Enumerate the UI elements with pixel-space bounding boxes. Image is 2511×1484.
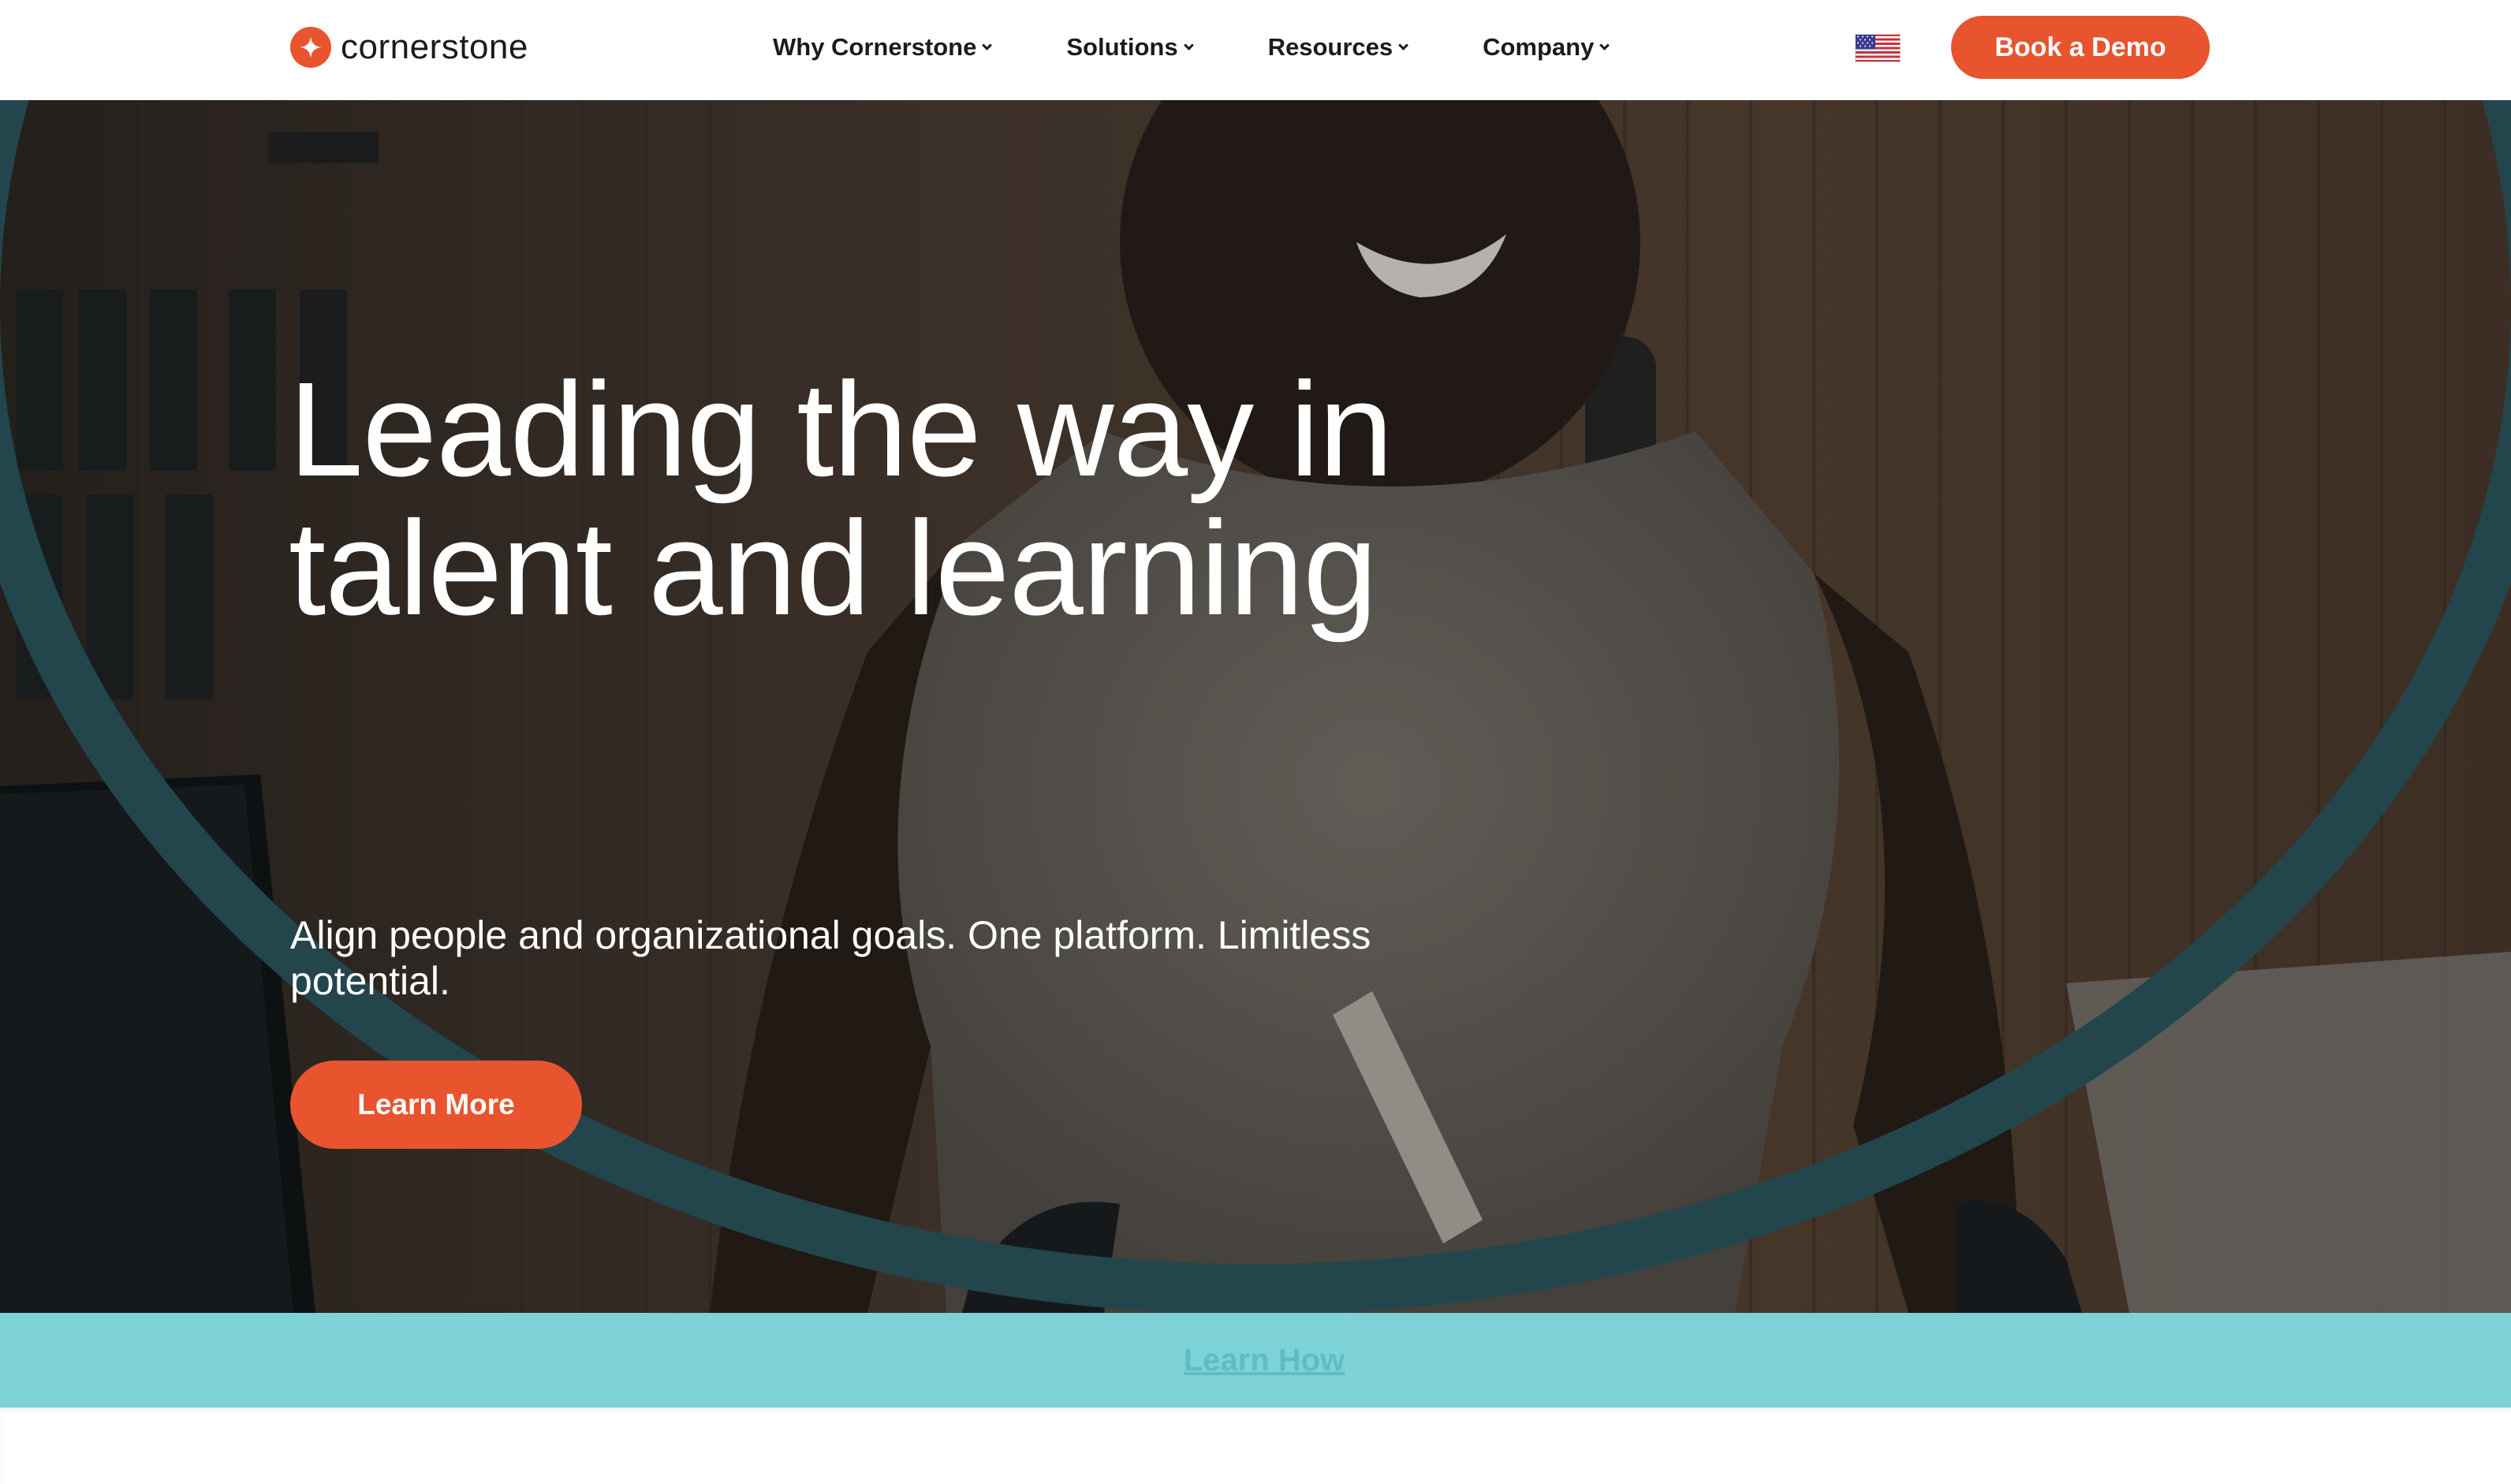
page-content-start xyxy=(0,1408,2511,1484)
chevron-down-icon xyxy=(982,39,993,50)
hero-subtext: Align people and organizational goals. O… xyxy=(290,913,1371,1003)
learn-more-button[interactable]: Learn More xyxy=(290,1061,582,1149)
menu-label: Resources xyxy=(1267,33,1394,61)
chevron-down-icon xyxy=(1599,39,1610,50)
hero-section: Leading the way in talent and learning A… xyxy=(0,100,2511,1313)
menu-why-cornerstone[interactable]: Why Cornerstone xyxy=(773,33,993,62)
chevron-down-icon xyxy=(1183,39,1194,50)
book-demo-button[interactable]: Book a Demo xyxy=(1951,16,2210,79)
cornerstone-logo[interactable]: cornerstone xyxy=(290,25,528,69)
menu-solutions[interactable]: Solutions xyxy=(1066,33,1194,62)
us-flag-icon[interactable] xyxy=(1855,34,1901,62)
hero-headline: Leading the way in talent and learning xyxy=(289,355,1394,643)
menu-label: Solutions xyxy=(1066,33,1178,61)
learn-how-link[interactable]: Learn How xyxy=(1184,1343,1345,1378)
menu-company[interactable]: Company xyxy=(1483,33,1610,62)
top-navigation: cornerstone Why Cornerstone Solutions Re… xyxy=(0,0,2511,100)
logo-text: cornerstone xyxy=(341,28,528,66)
menu-label: Company xyxy=(1483,33,1595,61)
logo-star-icon xyxy=(290,27,331,68)
main-menu: Why Cornerstone Solutions Resources Comp… xyxy=(773,28,1610,66)
menu-label: Why Cornerstone xyxy=(773,33,977,61)
menu-resources[interactable]: Resources xyxy=(1268,33,1408,62)
chevron-down-icon xyxy=(1398,39,1408,50)
announcement-banner: Learn How xyxy=(0,1313,2511,1408)
